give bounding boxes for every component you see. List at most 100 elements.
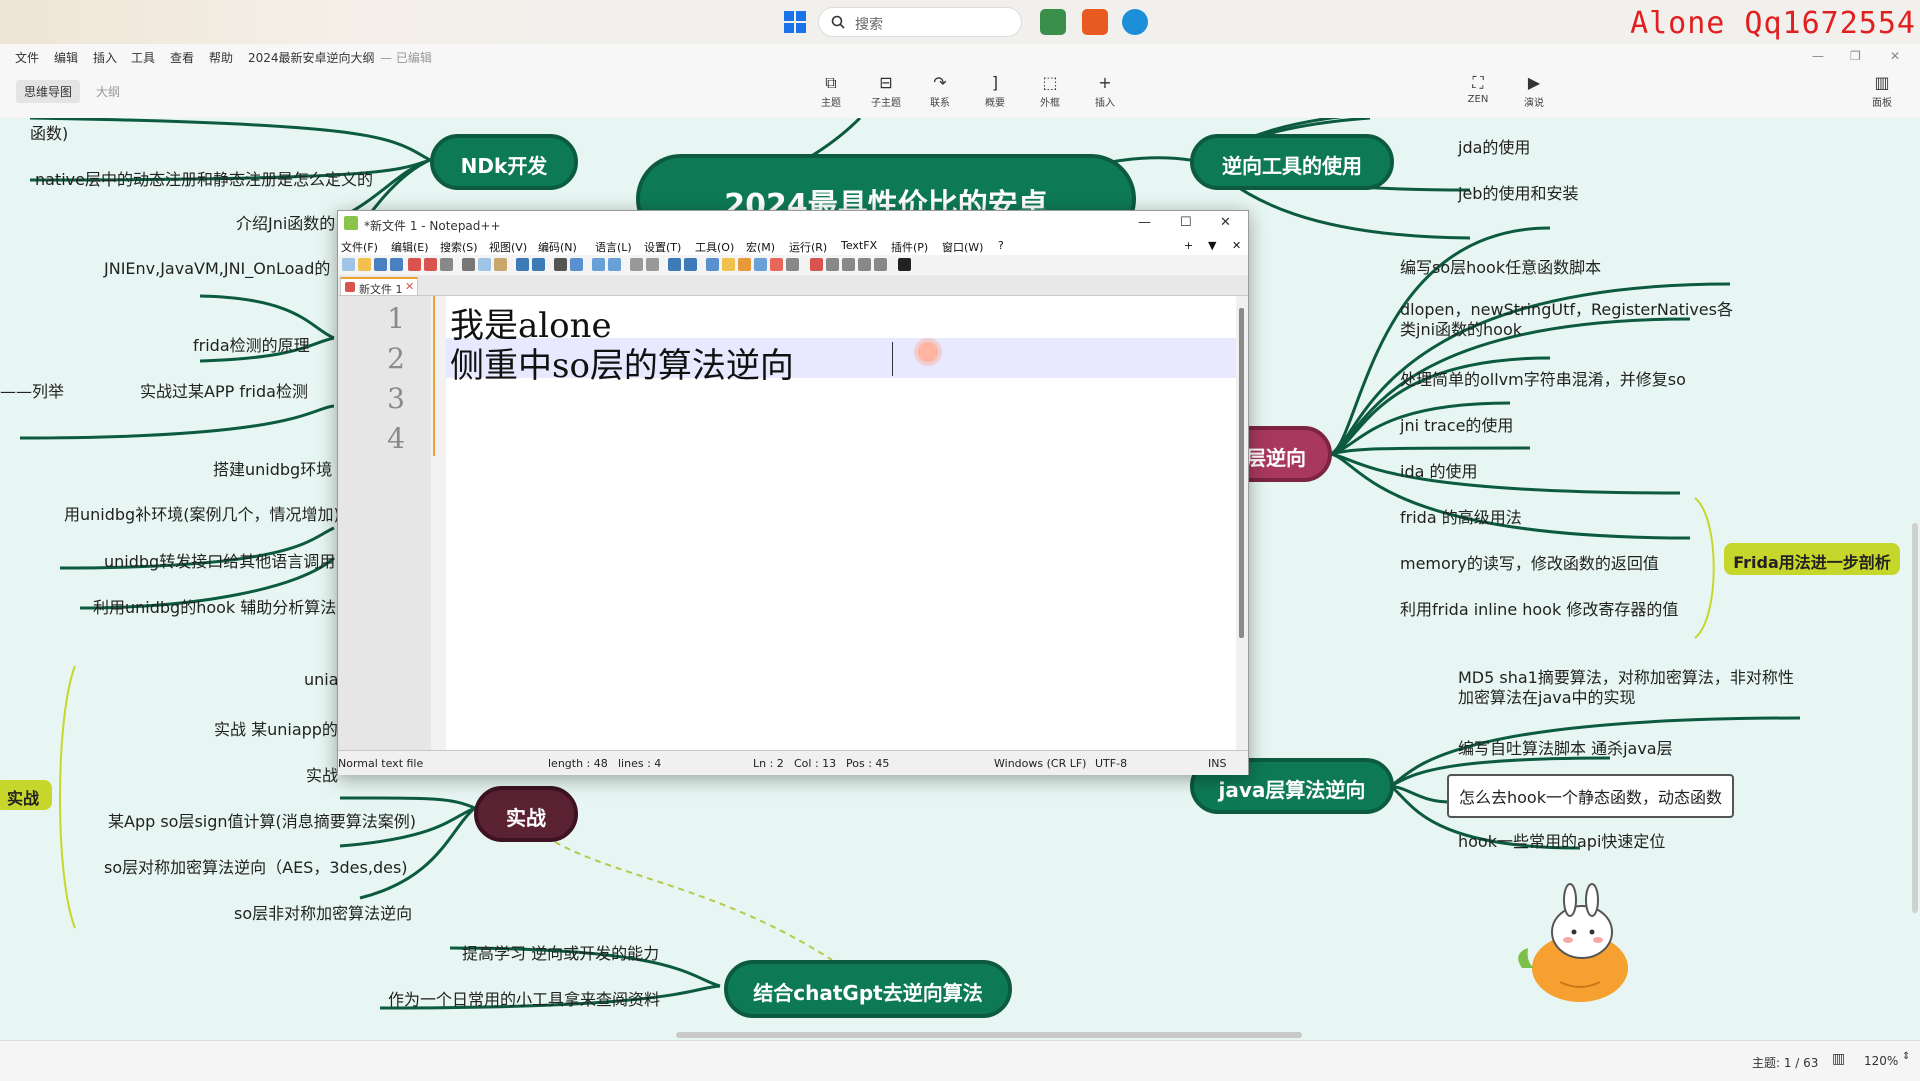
notepad-maximize-icon[interactable]: ☐ [1180,215,1192,230]
frida-callout[interactable]: Frida用法进一步剖析 [1724,543,1900,575]
np-doc-switch-icon[interactable] [770,258,783,271]
menu-file[interactable]: 文件 [15,49,39,66]
notepad-scroll-thumb[interactable] [1239,308,1244,638]
practice-item-3[interactable]: 实战 [306,762,338,786]
np-menu-macro[interactable]: 宏(M) [746,239,775,255]
menu-help[interactable]: 帮助 [209,49,233,66]
left-item-unidbg-setup[interactable]: 搭建unidbg环境 [213,456,332,480]
menu-tools[interactable]: 工具 [131,49,155,66]
canvas-vertical-scroll-thumb[interactable] [1912,523,1918,913]
np-menu-run[interactable]: 运行(R) [789,239,827,255]
np-indent-guide-icon[interactable] [684,258,697,271]
np-map-icon[interactable] [738,258,751,271]
so-item-jni-trace[interactable]: jni trace的使用 [1400,412,1513,436]
np-save-macro-icon[interactable] [874,258,887,271]
np-open-icon[interactable] [358,258,371,271]
insert-button[interactable]: + 插入 [1083,72,1127,109]
java-item-algos[interactable]: MD5 sha1摘要算法，对称加密算法，非对称性加密算法在java中的实现 [1458,668,1798,708]
np-close-icon[interactable] [408,258,421,271]
np-menu-plugins[interactable]: 插件(P) [891,239,928,255]
menu-edit[interactable]: 编辑 [54,49,78,66]
taskbar-app-tool-icon[interactable] [1082,9,1108,35]
topic-reverse-tools[interactable]: 逆向工具的使用 [1190,134,1394,190]
tab-outline[interactable]: 大纲 [96,83,120,100]
notepad-editor[interactable]: 我是alone 侧重中so层的算法逆向 [446,296,1236,750]
tools-item-jda[interactable]: jda的使用 [1458,134,1530,158]
summary-button[interactable]: ] 概要 [973,72,1017,109]
np-save-all-icon[interactable] [390,258,403,271]
java-item-hook-static[interactable]: 怎么去hook一个静态函数，动态函数 [1447,774,1734,818]
np-close-all-icon[interactable] [424,258,437,271]
np-menu-encoding[interactable]: 编码(N) [538,239,577,255]
subtopic-button[interactable]: ⊟ 子主题 [864,72,908,109]
practice-side-callout[interactable]: 实战 [0,780,52,810]
tools-item-jeb[interactable]: jeb的使用和安装 [1458,180,1578,204]
np-play-multi-icon[interactable] [858,258,871,271]
so-item-inline-hook[interactable]: 利用frida inline hook 修改寄存器的值 [1400,596,1678,620]
np-dropdown-icon[interactable]: ▼ [1208,239,1216,252]
chatgpt-item-tool[interactable]: 作为一个日常用的小工具拿来查阅资料 [388,986,660,1010]
np-undo-icon[interactable] [516,258,529,271]
notepad-tab[interactable]: 新文件 1 ✕ [340,277,418,296]
notepad-vertical-scrollbar[interactable] [1236,296,1248,750]
so-item-jni-hook[interactable]: dlopen，newStringUtf，RegisterNatives各类jni… [1400,300,1740,340]
np-copy-icon[interactable] [478,258,491,271]
np-play-icon[interactable] [842,258,855,271]
np-cut-icon[interactable] [462,258,475,271]
present-button[interactable]: ▶ 演说 [1512,72,1556,109]
topic-ndk[interactable]: NDk开发 [430,134,578,190]
notepad-close-icon[interactable]: ✕ [1220,215,1231,230]
np-menu-edit[interactable]: 编辑(E) [391,239,429,255]
np-tab-close-icon[interactable]: ✕ [405,280,414,293]
np-folder-icon[interactable] [722,258,735,271]
left-item-list-fragment[interactable]: ——列举 [0,378,64,402]
np-menu-tools[interactable]: 工具(O) [695,239,734,255]
menu-view[interactable]: 查看 [170,49,194,66]
np-menu-view[interactable]: 视图(V) [489,239,527,255]
tab-mindmap[interactable]: 思维导图 [16,80,81,103]
so-item-ida[interactable]: ida 的使用 [1400,458,1478,482]
np-monitor-icon[interactable] [786,258,799,271]
practice-item-uni[interactable]: unia [304,670,339,689]
relation-button[interactable]: ↷ 联系 [918,72,962,109]
taskbar-app-xmind-icon[interactable] [1040,9,1066,35]
np-lang-icon[interactable] [706,258,719,271]
np-new-icon[interactable] [342,258,355,271]
taskbar-app-edge-icon[interactable] [1122,9,1148,35]
notepad-minimize-icon[interactable]: — [1138,215,1151,230]
np-replace-icon[interactable] [570,258,583,271]
np-show-all-icon[interactable] [668,258,681,271]
so-item-memory[interactable]: memory的读写，修改函数的返回值 [1400,550,1659,574]
notepad-window[interactable]: *新文件 1 - Notepad++ — ☐ ✕ 文件(F) 编辑(E) 搜索(… [337,210,1249,775]
ndk-item-2[interactable]: native层中的动态注册和静态注册是怎么定义的 [35,166,373,190]
practice-item-sign[interactable]: 某App so层sign值计算(消息摘要算法案例) [108,808,416,832]
canvas-horizontal-scroll-thumb[interactable] [676,1032,1302,1038]
np-menu-language[interactable]: 语言(L) [595,239,632,255]
practice-item-asym[interactable]: so层非对称加密算法逆向 [234,900,412,924]
notepad-titlebar[interactable]: *新文件 1 - Notepad++ — ☐ ✕ [338,211,1248,237]
practice-item-uniapp[interactable]: 实战 某uniapp的 [214,716,338,740]
so-item-frida-advanced[interactable]: frida 的高级用法 [1400,504,1522,528]
left-item-frida-detect[interactable]: frida检测的原理 [193,332,310,356]
boundary-button[interactable]: ⬚ 外框 [1028,72,1072,109]
window-close-icon[interactable]: ✕ [1890,49,1900,63]
np-stop-icon[interactable] [826,258,839,271]
np-save-icon[interactable] [374,258,387,271]
practice-item-sym[interactable]: so层对称加密算法逆向（AES，3des,des) [104,854,408,878]
book-icon[interactable]: ▥ [1832,1051,1845,1067]
np-menu-search[interactable]: 搜索(S) [440,239,478,255]
window-restore-icon[interactable]: ❐ [1850,49,1861,63]
np-print-icon[interactable] [440,258,453,271]
np-record-icon[interactable] [810,258,823,271]
topic-chatgpt[interactable]: 结合chatGpt去逆向算法 [724,960,1012,1018]
np-doc-close-icon[interactable]: ✕ [1232,239,1241,252]
panel-button[interactable]: ▥ 面板 [1860,72,1904,109]
np-help-icon[interactable] [898,258,911,271]
np-menu-textfx[interactable]: TextFX [841,239,877,252]
zen-button[interactable]: ⛶ ZEN [1456,72,1500,105]
window-minimize-icon[interactable]: — [1812,49,1824,63]
np-func-list-icon[interactable] [754,258,767,271]
ndk-item-4[interactable]: JNIEnv,JavaVM,JNI_OnLoad的 [104,255,330,279]
np-sync-icon[interactable] [630,258,643,271]
np-redo-icon[interactable] [532,258,545,271]
